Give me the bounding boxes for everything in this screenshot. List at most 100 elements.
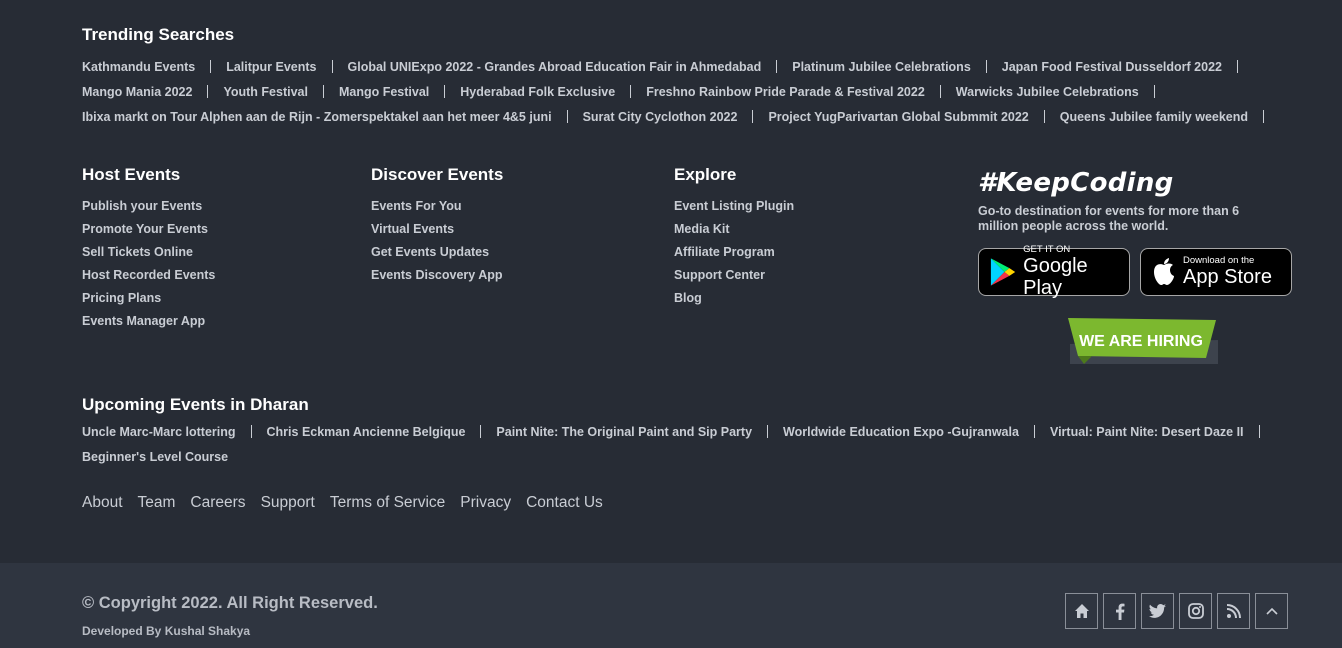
separator — [939, 85, 941, 98]
contact-link[interactable]: Contact Us — [526, 494, 603, 512]
separator — [1263, 110, 1265, 123]
rss-icon — [1226, 604, 1241, 618]
separator — [331, 60, 333, 73]
trending-row: Kathmandu Events Lalitpur Events Global … — [82, 54, 1282, 79]
upcoming-title: Upcoming Events in Dharan — [82, 395, 309, 414]
trending-link[interactable]: Mango Mania 2022 — [82, 85, 192, 99]
app-store-small-label: Download on the — [1183, 255, 1255, 266]
explore-link-media-kit[interactable]: Media Kit — [674, 222, 730, 236]
facebook-button[interactable] — [1103, 593, 1136, 629]
about-link[interactable]: About — [82, 494, 123, 512]
trending-link[interactable]: Japan Food Festival Dusseldorf 2022 — [1002, 60, 1222, 74]
footer-nav: About Team Careers Support Terms of Serv… — [82, 494, 603, 512]
separator — [752, 110, 754, 123]
trending-link[interactable]: Warwicks Jubilee Celebrations — [956, 85, 1139, 99]
explore-link-affiliate[interactable]: Affiliate Program — [674, 245, 775, 259]
google-play-button[interactable]: GET IT ON Google Play — [978, 244, 1130, 299]
separator — [1043, 110, 1045, 123]
instagram-button[interactable] — [1179, 593, 1212, 629]
explore-title: Explore — [674, 165, 737, 184]
instagram-icon — [1187, 603, 1204, 619]
discover-link-virtual[interactable]: Virtual Events — [371, 222, 454, 236]
explore-column: Explore Event Listing Plugin Media Kit A… — [674, 165, 794, 313]
host-link-pricing[interactable]: Pricing Plans — [82, 291, 161, 305]
upcoming-link[interactable]: Beginner's Level Course — [82, 450, 228, 464]
separator — [767, 425, 769, 438]
host-link-manager-app[interactable]: Events Manager App — [82, 314, 205, 328]
separator — [250, 425, 252, 438]
google-play-big-label: Google Play — [1023, 255, 1088, 299]
host-events-title: Host Events — [82, 165, 181, 184]
separator — [444, 85, 446, 98]
trending-link[interactable]: Queens Jubilee family weekend — [1060, 110, 1248, 124]
explore-link-support[interactable]: Support Center — [674, 268, 765, 282]
hiring-label: WE ARE HIRING — [1079, 333, 1203, 350]
trending-link[interactable]: Mango Festival — [339, 85, 429, 99]
separator — [776, 60, 778, 73]
discover-link-updates[interactable]: Get Events Updates — [371, 245, 489, 259]
social-links — [1065, 593, 1288, 629]
separator — [210, 60, 212, 73]
host-link-promote[interactable]: Promote Your Events — [82, 222, 208, 236]
app-store-button[interactable]: Download on the App Store — [1140, 248, 1292, 296]
host-link-publish[interactable]: Publish your Events — [82, 199, 202, 213]
explore-link-blog[interactable]: Blog — [674, 291, 702, 305]
separator — [1236, 60, 1238, 73]
facebook-icon — [1115, 603, 1124, 620]
scroll-top-button[interactable] — [1255, 593, 1288, 629]
separator — [1033, 425, 1035, 438]
home-button[interactable] — [1065, 593, 1098, 629]
separator — [322, 85, 324, 98]
we-are-hiring-button[interactable]: WE ARE HIRING — [1068, 318, 1220, 364]
developer-credit: Developed By Kushal Shakya — [82, 624, 251, 638]
google-play-small-label: GET IT ON — [1023, 244, 1071, 255]
discover-events-title: Discover Events — [371, 165, 504, 184]
separator — [1258, 425, 1260, 438]
footer-main: Trending Searches Kathmandu Events Lalit… — [0, 0, 1342, 563]
rss-button[interactable] — [1217, 593, 1250, 629]
google-play-icon — [990, 258, 1016, 286]
explore-link-plugin[interactable]: Event Listing Plugin — [674, 199, 794, 213]
trending-link[interactable]: Ibixa markt on Tour Alphen aan de Rijn -… — [82, 110, 552, 124]
upcoming-links: Uncle Marc-Marc lottering Chris Eckman A… — [82, 419, 1282, 469]
upcoming-link[interactable]: Virtual: Paint Nite: Desert Daze II — [1050, 425, 1244, 439]
upcoming-link[interactable]: Uncle Marc-Marc lottering — [82, 425, 236, 439]
host-link-recorded[interactable]: Host Recorded Events — [82, 268, 215, 282]
host-events-column: Host Events Publish your Events Promote … — [82, 165, 215, 336]
careers-link[interactable]: Careers — [190, 494, 245, 512]
upcoming-link[interactable]: Paint Nite: The Original Paint and Sip P… — [496, 425, 752, 439]
copyright-text: © Copyright 2022. All Right Reserved. — [82, 594, 378, 612]
support-link[interactable]: Support — [261, 494, 315, 512]
discover-events-column: Discover Events Events For You Virtual E… — [371, 165, 503, 290]
upcoming-link[interactable]: Chris Eckman Ancienne Belgique — [267, 425, 466, 439]
trending-link[interactable]: Surat City Cyclothon 2022 — [583, 110, 738, 124]
host-link-sell-tickets[interactable]: Sell Tickets Online — [82, 245, 193, 259]
upcoming-row: Beginner's Level Course — [82, 444, 1282, 469]
trending-link[interactable]: Freshno Rainbow Pride Parade & Festival … — [646, 85, 925, 99]
separator — [630, 85, 632, 98]
trending-link[interactable]: Hyderabad Folk Exclusive — [460, 85, 615, 99]
trending-title: Trending Searches — [82, 25, 235, 44]
chevron-up-icon — [1265, 607, 1278, 615]
separator — [207, 85, 209, 98]
privacy-link[interactable]: Privacy — [460, 494, 511, 512]
team-link[interactable]: Team — [138, 494, 176, 512]
separator — [480, 425, 482, 438]
terms-link[interactable]: Terms of Service — [330, 494, 445, 512]
trending-link[interactable]: Project YugParivartan Global Submmit 202… — [768, 110, 1028, 124]
home-icon — [1074, 604, 1089, 618]
trending-row: Mango Mania 2022 Youth Festival Mango Fe… — [82, 79, 1282, 104]
twitter-icon — [1149, 604, 1166, 618]
separator — [566, 110, 568, 123]
trending-link[interactable]: Youth Festival — [223, 85, 308, 99]
trending-link[interactable]: Platinum Jubilee Celebrations — [792, 60, 971, 74]
discover-link-for-you[interactable]: Events For You — [371, 199, 462, 213]
upcoming-link[interactable]: Worldwide Education Expo -Gujranwala — [783, 425, 1019, 439]
trending-link[interactable]: Lalitpur Events — [226, 60, 316, 74]
discover-link-app[interactable]: Events Discovery App — [371, 268, 503, 282]
keep-coding-block: #KeepCoding Go-to destination for events… — [978, 168, 1278, 234]
trending-link[interactable]: Kathmandu Events — [82, 60, 195, 74]
trending-row: Ibixa markt on Tour Alphen aan de Rijn -… — [82, 104, 1282, 129]
trending-link[interactable]: Global UNIExpo 2022 - Grandes Abroad Edu… — [348, 60, 762, 74]
twitter-button[interactable] — [1141, 593, 1174, 629]
